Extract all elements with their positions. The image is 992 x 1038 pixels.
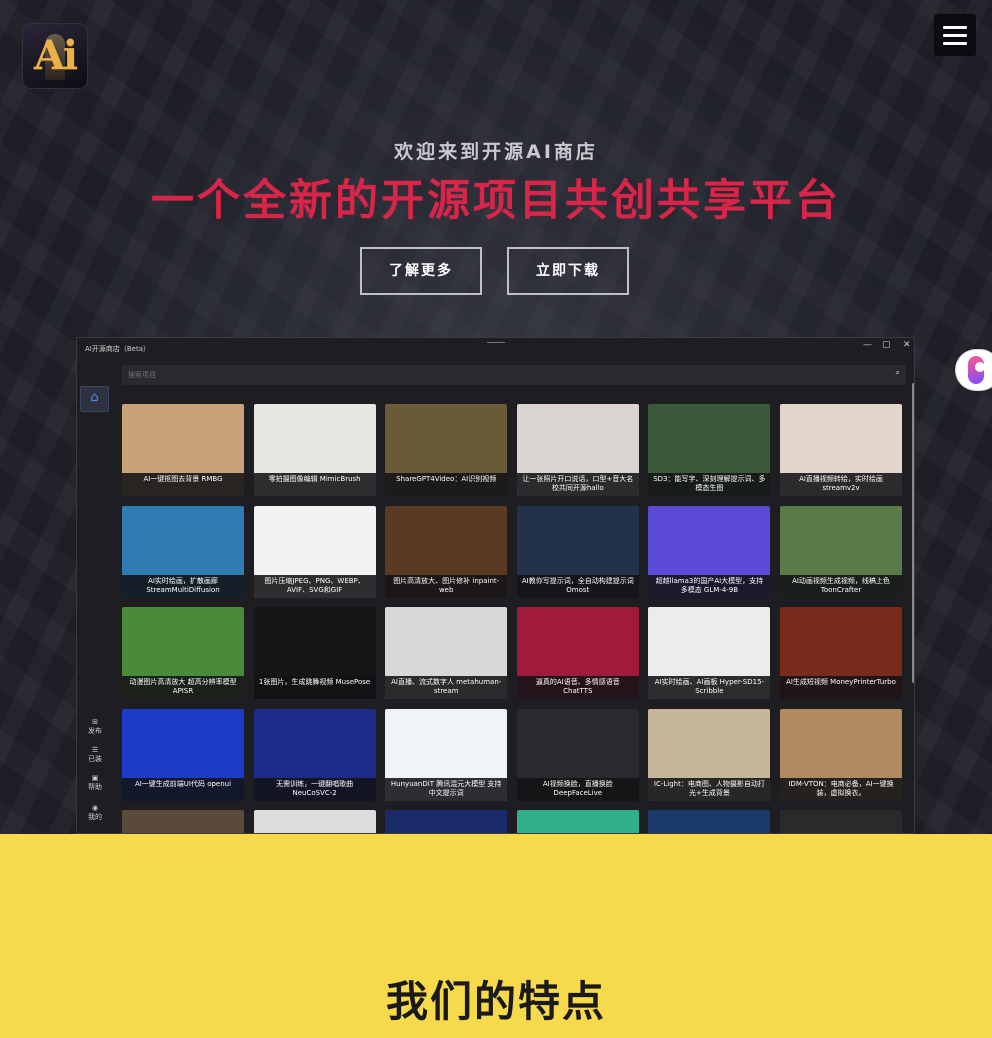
project-card-caption: IC-Light：电商图、人物摄影自动打光+生成背景 xyxy=(648,777,771,801)
hero-section: Ai 欢迎来到开源AI商店 一个全新的开源项目共创共享平台 了解更多 立即下载 … xyxy=(0,0,992,834)
project-card-caption: 让一张照片开口说话，口型+音大名校共同开源hallo xyxy=(516,473,639,496)
project-card[interactable] xyxy=(122,810,244,833)
help-icon: ▣ xyxy=(91,774,99,782)
logo[interactable]: Ai xyxy=(23,24,87,88)
project-card-caption: 逼真的AI语音、多情感语音 ChatTTS xyxy=(516,676,639,699)
project-card[interactable] xyxy=(648,810,771,833)
project-card[interactable]: AI视频换脸，直播换脸 DeepFaceLive xyxy=(516,708,639,801)
project-card[interactable]: 图片高清放大、图片修补 inpaint-web xyxy=(385,505,508,598)
project-card-caption: AI实时绘画，扩散画廊 StreamMultiDiffusion xyxy=(122,574,244,598)
project-card[interactable]: AI实时绘画，扩散画廊 StreamMultiDiffusion xyxy=(122,505,244,598)
project-card[interactable] xyxy=(253,810,376,833)
floating-app-icon[interactable] xyxy=(956,350,992,390)
project-card-caption: AI一键生成前端UI代码 openui xyxy=(122,777,244,801)
project-card-caption: HunyuanDiT 腾讯混元大模型 支持中文提示词 xyxy=(385,777,508,801)
project-card[interactable]: SD3：能写字、深刻理解提示词、多模态生图 xyxy=(648,404,771,496)
hamburger-menu-icon[interactable] xyxy=(934,14,976,56)
project-card[interactable]: 1张图片，生成跳舞视频 MusePose xyxy=(253,607,376,699)
app-screenshot-window: AI开源商店（Beta） — ▢ ✕ ⌂ ⊞ 发布 ☰ 已装 ▣ 帮助 ◉ 我的 xyxy=(76,337,915,834)
project-card-caption: AI生成短视频 MoneyPrinterTurbo xyxy=(780,676,902,699)
project-card[interactable]: 逼真的AI语音、多情感语音 ChatTTS xyxy=(516,607,639,699)
project-card-caption: 超越llama3的国产AI大模型，支持多模态 GLM-4-9B xyxy=(648,574,771,598)
project-card[interactable]: 动漫图片高清放大 超高分辨率模型 APISR xyxy=(122,607,244,699)
project-card[interactable]: AI生成短视频 MoneyPrinterTurbo xyxy=(780,607,902,699)
home-icon[interactable]: ⌂ xyxy=(80,386,109,412)
project-card[interactable]: AI直播视频转绘，实时绘画 streamv2v xyxy=(780,404,902,496)
project-card[interactable]: 图片压缩JPEG、PNG、WEBP、AVIF、SVG和GIF xyxy=(253,505,376,598)
search-input[interactable] xyxy=(128,365,868,385)
app-sidebar: ⌂ ⊞ 发布 ☰ 已装 ▣ 帮助 ◉ 我的 xyxy=(77,360,115,833)
project-card[interactable]: 超越llama3的国产AI大模型，支持多模态 GLM-4-9B xyxy=(648,505,771,598)
sidebar-item-help[interactable]: ▣ 帮助 xyxy=(81,774,109,792)
minimize-icon[interactable]: — xyxy=(863,340,872,350)
profile-icon: ◉ xyxy=(91,804,99,812)
project-card[interactable]: AI一键抠图去背景 RMBG xyxy=(122,404,244,496)
project-card-caption: AI视频换脸，直播换脸 DeepFaceLive xyxy=(516,777,639,801)
project-card-caption: 动漫图片高清放大 超高分辨率模型 APISR xyxy=(122,676,244,699)
project-card-caption: 图片高清放大、图片修补 inpaint-web xyxy=(385,574,508,598)
project-card-caption: AI实时绘画、AI画板 Hyper-SD15-Scribble xyxy=(648,676,771,699)
project-card[interactable]: 无需训练，一键翻唱歌曲 NeuCoSVC-2 xyxy=(253,708,376,801)
window-grip xyxy=(487,338,505,343)
project-card-caption: AI一键抠图去背景 RMBG xyxy=(122,473,244,496)
project-card[interactable]: AI动画视频生成视频，线稿上色 ToonCrafter xyxy=(780,505,902,598)
project-card-caption: AI直播、流式数字人 metahuman-stream xyxy=(385,676,508,699)
sidebar-item-label: 帮助 xyxy=(88,783,102,791)
project-card-caption: 图片压缩JPEG、PNG、WEBP、AVIF、SVG和GIF xyxy=(253,574,376,598)
project-card[interactable] xyxy=(385,810,508,833)
project-card-caption: AI动画视频生成视频，线稿上色 ToonCrafter xyxy=(780,574,902,598)
sidebar-item-label: 已装 xyxy=(88,755,102,763)
project-card-caption: 无需训练，一键翻唱歌曲 NeuCoSVC-2 xyxy=(253,777,376,801)
logo-text: Ai xyxy=(33,32,78,79)
sidebar-item-profile[interactable]: ◉ 我的 xyxy=(81,804,109,822)
search-icon[interactable]: ⌕ xyxy=(896,368,900,378)
hero-slogan: 一个全新的开源项目共创共享平台 xyxy=(151,176,841,226)
project-card-caption: IDM-VTON：电商必备，AI一键换装，虚拟换衣。 xyxy=(780,777,902,801)
project-card[interactable]: ShareGPT4Video：AI识别视频 xyxy=(385,404,508,496)
sidebar-item-installed[interactable]: ☰ 已装 xyxy=(81,746,109,764)
project-card[interactable]: AI直播、流式数字人 metahuman-stream xyxy=(385,607,508,699)
window-title: AI开源商店（Beta） xyxy=(85,345,150,353)
project-card-caption: 零拍摄图像编辑 MimicBrush xyxy=(253,473,376,496)
project-card[interactable]: HunyuanDiT 腾讯混元大模型 支持中文提示词 xyxy=(385,708,508,801)
learn-more-button[interactable]: 了解更多 xyxy=(360,247,482,295)
project-card[interactable]: 零拍摄图像编辑 MimicBrush xyxy=(253,404,376,496)
project-grid: AI一键抠图去背景 RMBG 零拍摄图像编辑 MimicBrush ShareGPT… xyxy=(122,404,906,833)
publish-icon: ⊞ xyxy=(92,718,98,726)
sidebar-item-label: 我的 xyxy=(88,813,102,821)
maximize-icon[interactable]: ▢ xyxy=(882,340,891,350)
project-card-caption: SD3：能写字、深刻理解提示词、多模态生图 xyxy=(648,473,771,496)
brand-dot xyxy=(975,362,985,372)
project-card[interactable]: AI实时绘画、AI画板 Hyper-SD15-Scribble xyxy=(648,607,771,699)
sidebar-item-publish[interactable]: ⊞ 发布 xyxy=(81,718,109,736)
project-card-caption: AI直播视频转绘，实时绘画 streamv2v xyxy=(780,473,902,496)
sidebar-item-label: 发布 xyxy=(88,727,102,735)
installed-icon: ☰ xyxy=(91,746,99,754)
project-card-caption: 1张图片，生成跳舞视频 MusePose xyxy=(253,676,376,699)
scrollbar[interactable] xyxy=(912,383,914,683)
project-card-caption: ShareGPT4Video：AI识别视频 xyxy=(385,473,508,496)
project-card[interactable]: 让一张照片开口说话，口型+音大名校共同开源hallo xyxy=(516,404,639,496)
project-card[interactable] xyxy=(780,810,902,833)
download-button[interactable]: 立即下载 xyxy=(507,247,629,295)
welcome-text: 欢迎来到开源AI商店 xyxy=(394,141,598,163)
close-icon[interactable]: ✕ xyxy=(903,340,911,350)
features-title: 我们的特点 xyxy=(385,977,606,1026)
search-bar: ⌕ xyxy=(122,365,906,385)
project-card[interactable]: AI教你写提示词，全自动构建提示词 Omost xyxy=(516,505,639,598)
project-card-caption: AI教你写提示词，全自动构建提示词 Omost xyxy=(516,574,639,598)
project-card[interactable]: IDM-VTON：电商必备，AI一键换装，虚拟换衣。 xyxy=(780,708,902,801)
project-card[interactable]: IC-Light：电商图、人物摄影自动打光+生成背景 xyxy=(648,708,771,801)
project-card[interactable]: AI一键生成前端UI代码 openui xyxy=(122,708,244,801)
project-card[interactable] xyxy=(516,810,639,833)
